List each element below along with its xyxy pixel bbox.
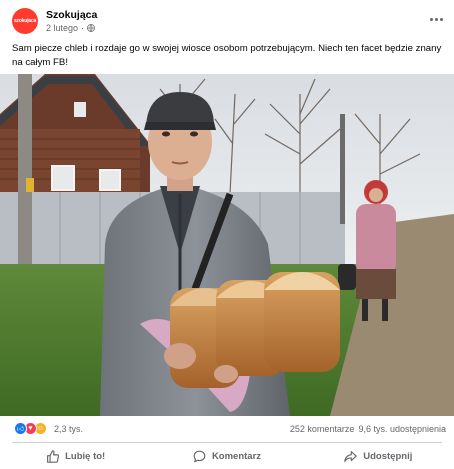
page-name[interactable]: Szokująca — [46, 9, 97, 21]
post-photo[interactable] — [0, 74, 454, 416]
shares-count[interactable]: 9,6 tys. udostępnienia — [358, 424, 446, 434]
reactions-bar: 👍︎ ♥ ☺ 2,3 tys. 252 komentarze 9,6 tys. … — [0, 418, 454, 440]
action-bar: Lubię to! Komentarz Udostępnij — [0, 444, 454, 469]
actions-divider — [12, 442, 442, 443]
comment-button[interactable]: Komentarz — [151, 444, 302, 469]
avatar-text: szokujaca — [13, 18, 37, 24]
share-button[interactable]: Udostępnij — [303, 444, 454, 469]
post-caption: Sam piecze chleb i rozdaje go w swojej w… — [12, 43, 442, 68]
post-date[interactable]: 2 lutego — [46, 23, 78, 33]
post-header: szokujaca Szokująca 2 lutego · — [0, 0, 454, 40]
like-label: Lubię to! — [65, 451, 106, 462]
more-options-icon[interactable] — [428, 11, 444, 27]
like-button[interactable]: Lubię to! — [0, 444, 151, 469]
comments-count[interactable]: 252 komentarze — [290, 424, 355, 434]
facebook-post: szokujaca Szokująca 2 lutego · Sam piecz… — [0, 0, 454, 469]
page-avatar[interactable]: szokujaca — [12, 8, 38, 34]
thumbs-up-icon — [47, 450, 60, 463]
meta-separator: · — [81, 23, 85, 33]
share-label: Udostępnij — [363, 451, 413, 462]
reaction-icons[interactable]: 👍︎ ♥ ☺ — [14, 422, 47, 435]
reaction-count[interactable]: 2,3 tys. — [54, 424, 83, 434]
globe-icon — [87, 24, 95, 32]
share-icon — [344, 451, 358, 462]
like-icon: 👍︎ — [14, 422, 27, 435]
post-stats: 252 komentarze 9,6 tys. udostępnienia — [290, 424, 446, 434]
post-meta: 2 lutego · — [46, 23, 95, 33]
comment-icon — [193, 450, 206, 463]
comment-label: Komentarz — [211, 451, 262, 462]
